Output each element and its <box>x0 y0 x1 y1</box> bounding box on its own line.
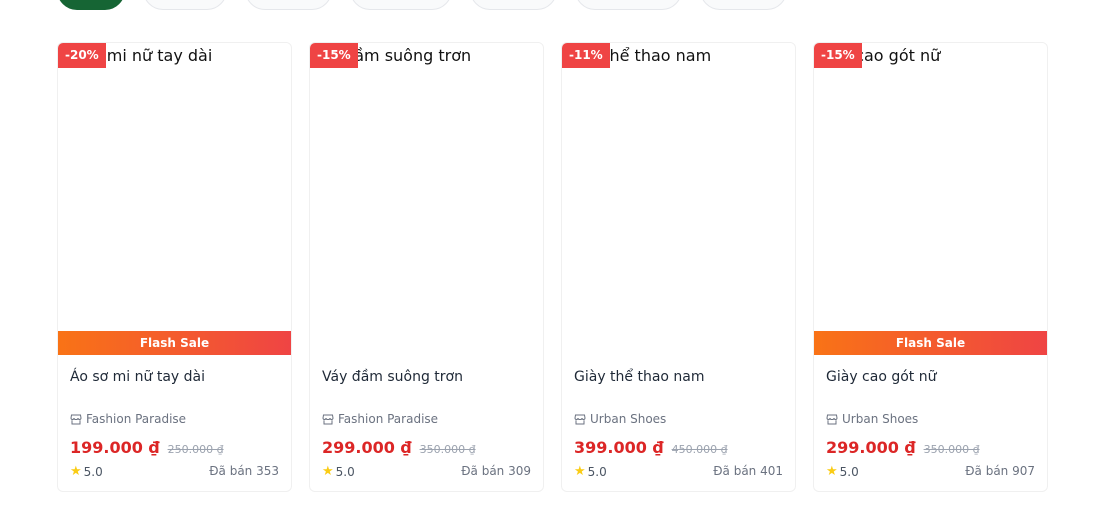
store-icon <box>322 414 334 425</box>
rating: ★ 5.0 <box>574 464 607 479</box>
sold-count: Đã bán 309 <box>461 464 531 478</box>
product-name[interactable]: Giày thể thao nam <box>574 369 705 385</box>
filter-tab[interactable] <box>143 0 227 10</box>
filter-tab[interactable] <box>575 0 682 10</box>
star-icon: ★ <box>826 464 838 479</box>
flash-sale-banner: Flash Sale <box>814 331 1047 355</box>
shop-name[interactable]: Urban Shoes <box>574 412 666 426</box>
rating-value: 5.0 <box>587 464 607 479</box>
filter-tab[interactable] <box>700 0 787 10</box>
star-icon: ★ <box>574 464 586 479</box>
rating: ★ 5.0 <box>322 464 355 479</box>
product-card[interactable]: Giày cao gót nữ -15% Flash Sale Giày cao… <box>813 42 1048 492</box>
sale-price: 299.000 ₫ <box>322 438 412 457</box>
filter-tab[interactable] <box>245 0 332 10</box>
shop-name[interactable]: Fashion Paradise <box>70 412 186 426</box>
filter-tab[interactable] <box>470 0 557 10</box>
rating: ★ 5.0 <box>70 464 103 479</box>
discount-badge: -15% <box>310 43 358 68</box>
rating: ★ 5.0 <box>826 464 859 479</box>
shop-label: Fashion Paradise <box>86 412 187 426</box>
rating-value: 5.0 <box>839 464 859 479</box>
original-price: 250.000 ₫ <box>167 443 224 456</box>
product-card[interactable]: Váy đầm suông trơn -15% Váy đầm suông tr… <box>309 42 544 492</box>
shop-name[interactable]: Urban Shoes <box>826 412 918 426</box>
price-row: 199.000 ₫ 250.000 ₫ <box>70 438 224 457</box>
rating-value: 5.0 <box>83 464 103 479</box>
store-icon <box>70 414 82 425</box>
product-image[interactable]: Giày cao gót nữ <box>814 43 1047 355</box>
shop-name[interactable]: Fashion Paradise <box>322 412 438 426</box>
sale-price: 399.000 ₫ <box>574 438 664 457</box>
discount-badge: -15% <box>814 43 862 68</box>
sold-count: Đã bán 353 <box>209 464 279 478</box>
discount-badge: -11% <box>562 43 610 68</box>
discount-badge: -20% <box>58 43 106 68</box>
original-price: 450.000 ₫ <box>671 443 728 456</box>
price-row: 399.000 ₫ 450.000 ₫ <box>574 438 728 457</box>
star-icon: ★ <box>70 464 82 479</box>
store-icon <box>826 414 838 425</box>
sale-price: 299.000 ₫ <box>826 438 916 457</box>
sold-count: Đã bán 401 <box>713 464 783 478</box>
product-card[interactable]: Giày thể thao nam -11% Giày thể thao nam… <box>561 42 796 492</box>
product-name[interactable]: Váy đầm suông trơn <box>322 369 463 385</box>
product-image[interactable]: Váy đầm suông trơn <box>310 43 543 355</box>
original-price: 350.000 ₫ <box>923 443 980 456</box>
sold-count: Đã bán 907 <box>965 464 1035 478</box>
product-image[interactable]: Giày thể thao nam <box>562 43 795 355</box>
filter-tab[interactable] <box>350 0 452 10</box>
price-row: 299.000 ₫ 350.000 ₫ <box>826 438 980 457</box>
star-icon: ★ <box>322 464 334 479</box>
product-name[interactable]: Giày cao gót nữ <box>826 369 936 385</box>
flash-sale-banner: Flash Sale <box>58 331 291 355</box>
shop-label: Urban Shoes <box>842 412 919 426</box>
product-image[interactable]: Áo sơ mi nữ tay dài <box>58 43 291 355</box>
product-card[interactable]: Áo sơ mi nữ tay dài -20% Flash Sale Áo s… <box>57 42 292 492</box>
original-price: 350.000 ₫ <box>419 443 476 456</box>
rating-value: 5.0 <box>335 464 355 479</box>
store-icon <box>574 414 586 425</box>
sale-price: 199.000 ₫ <box>70 438 160 457</box>
shop-label: Urban Shoes <box>590 412 667 426</box>
product-name[interactable]: Áo sơ mi nữ tay dài <box>70 369 205 385</box>
filter-tab-active[interactable] <box>57 0 125 10</box>
shop-label: Fashion Paradise <box>338 412 439 426</box>
price-row: 299.000 ₫ 350.000 ₫ <box>322 438 476 457</box>
